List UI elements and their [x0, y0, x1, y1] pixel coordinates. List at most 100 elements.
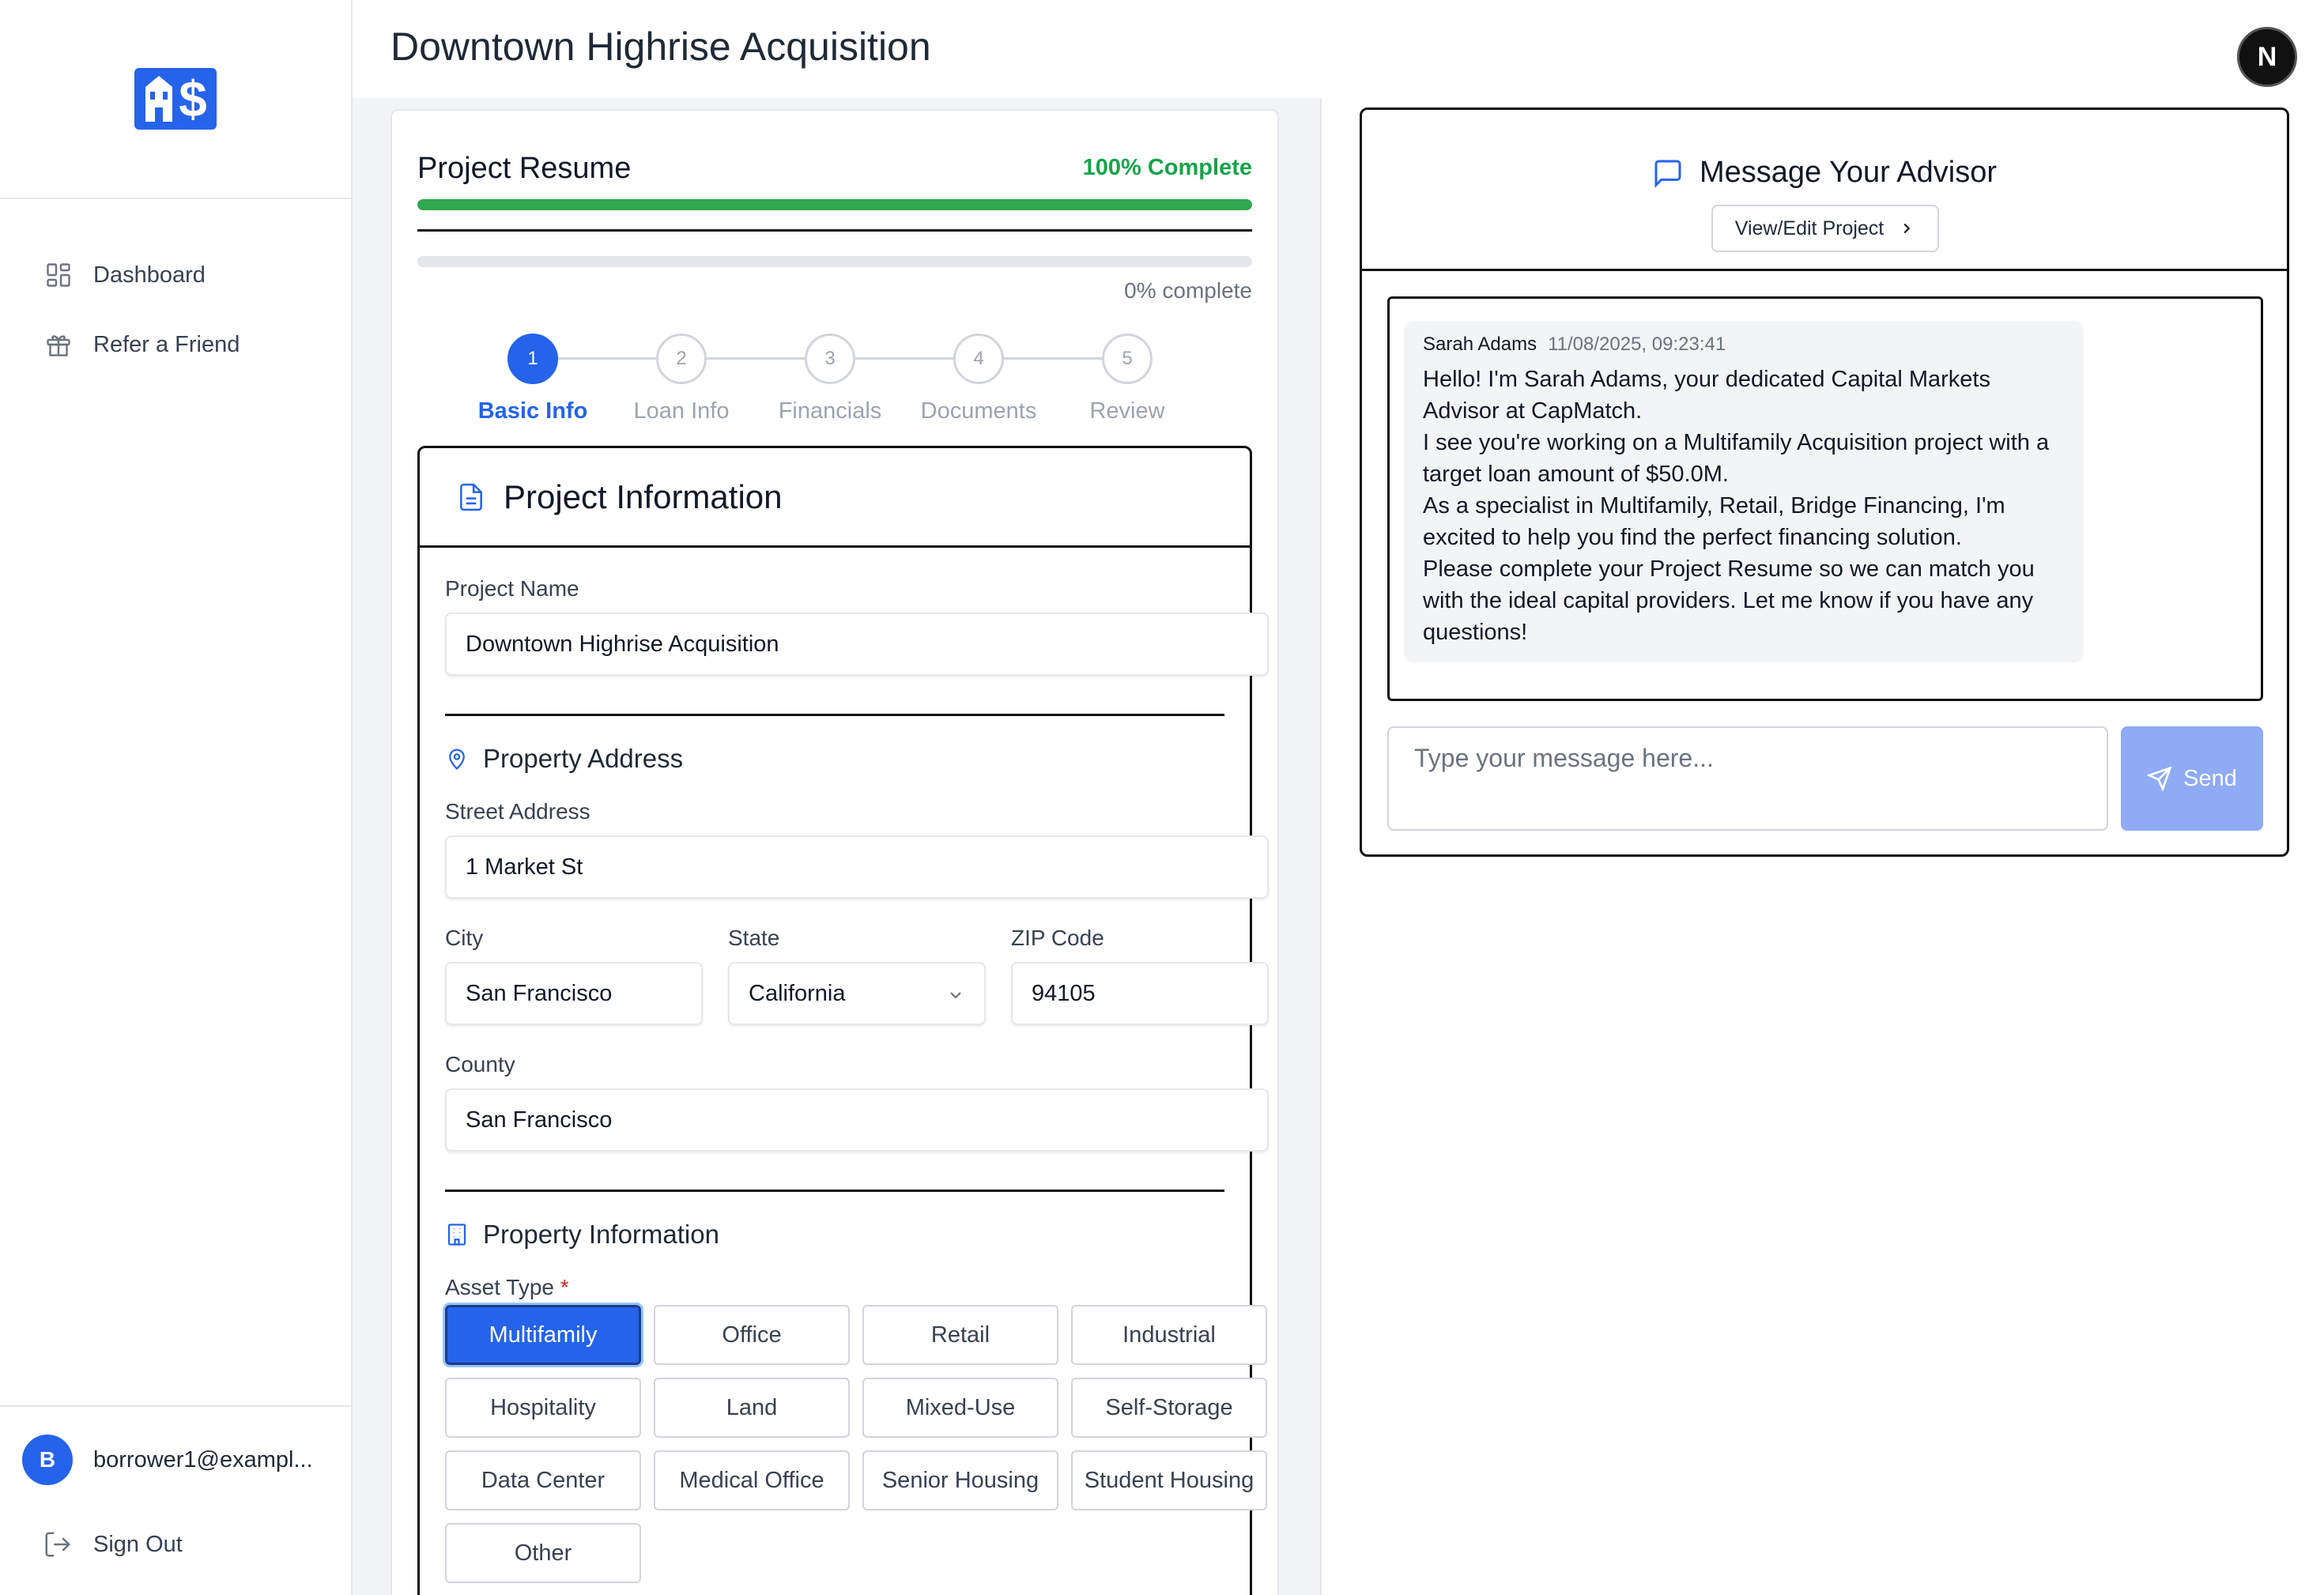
- message-time: 11/08/2025, 09:23:41: [1548, 334, 1726, 355]
- chat-title-text: Message Your Advisor: [1699, 156, 1997, 189]
- send-label: Send: [2183, 765, 2237, 791]
- building-icon: [447, 1224, 466, 1246]
- zip-input[interactable]: 94105: [1011, 962, 1269, 1025]
- step-number: 1: [507, 334, 558, 384]
- sidebar-item-label: Dashboard: [93, 262, 206, 288]
- project-name-label: Project Name: [445, 576, 579, 601]
- building-logo-icon: [145, 76, 173, 122]
- property-information-title: Property Information: [483, 1220, 719, 1249]
- street-address-label: Street Address: [445, 799, 590, 824]
- asset-option-multifamily[interactable]: Multifamily: [443, 1303, 643, 1367]
- step-number: 2: [656, 334, 707, 384]
- step-number: 3: [805, 334, 855, 384]
- user-badge[interactable]: N: [2237, 27, 2297, 87]
- state-select-value: California: [749, 980, 846, 1006]
- step-number: 5: [1102, 334, 1153, 384]
- message-text: Hello! I'm Sarah Adams, your dedicated C…: [1423, 367, 2050, 645]
- asset-option-other[interactable]: Other: [445, 1523, 641, 1583]
- project-name-input[interactable]: Downtown Highrise Acquisition: [445, 613, 1269, 676]
- section-progress-label: 0% complete: [1124, 278, 1252, 303]
- project-resume-card: Project Resume 100% Complete 0% complete…: [390, 109, 1279, 1595]
- city-input[interactable]: San Francisco: [445, 962, 703, 1025]
- asset-option-data-center[interactable]: Data Center: [445, 1450, 641, 1510]
- sidebar-item-refer[interactable]: Refer a Friend: [0, 310, 351, 379]
- asset-option-hospitality[interactable]: Hospitality: [445, 1378, 641, 1438]
- logo-dollar: $: [179, 70, 207, 127]
- asset-option-retail[interactable]: Retail: [862, 1305, 1058, 1365]
- chevron-down-icon: [950, 992, 961, 999]
- message-list[interactable]: Sarah Adams 11/08/2025, 09:23:41 Hello! I…: [1387, 296, 2263, 701]
- step-label: Basic Info: [477, 398, 588, 424]
- dashboard-icon: [47, 263, 70, 287]
- county-input[interactable]: San Francisco: [445, 1088, 1269, 1152]
- logout-icon: [45, 1532, 71, 1557]
- step-documents[interactable]: 4 Documents: [900, 334, 1058, 424]
- asset-option-mixed-use[interactable]: Mixed-Use: [862, 1378, 1058, 1438]
- asset-option-office[interactable]: Office: [654, 1305, 850, 1365]
- message-input[interactable]: Type your message here...: [1387, 726, 2108, 831]
- sidebar-nav: Dashboard Refer a Friend: [0, 199, 351, 379]
- divider: [445, 714, 1224, 716]
- resume-column: Project Resume 100% Complete 0% complete…: [353, 98, 1320, 1595]
- section-title: Project Information: [504, 477, 783, 515]
- message-icon: [1654, 160, 1681, 188]
- map-pin-icon: [449, 748, 465, 771]
- divider: [445, 1190, 1224, 1192]
- property-information-heading: Property Information: [445, 1220, 719, 1250]
- gift-icon: [47, 335, 70, 356]
- asset-type-label-text: Asset Type: [445, 1275, 555, 1299]
- asset-option-senior-housing[interactable]: Senior Housing: [862, 1450, 1058, 1510]
- sign-out-button[interactable]: Sign Out: [0, 1513, 351, 1576]
- message-meta: Sarah Adams 11/08/2025, 09:23:41: [1423, 334, 2065, 356]
- state-select[interactable]: California: [728, 962, 986, 1025]
- logo[interactable]: $: [134, 68, 217, 130]
- county-label: County: [445, 1052, 515, 1077]
- sidebar-item-dashboard[interactable]: Dashboard: [0, 240, 351, 310]
- avatar: B: [22, 1435, 73, 1485]
- step-label: Loan Info: [633, 398, 730, 424]
- sidebar: $ Dashboard Refer a Friend B borrower1@e…: [0, 0, 353, 1595]
- asset-option-medical-office[interactable]: Medical Office: [654, 1450, 850, 1510]
- divider: [417, 229, 1252, 232]
- view-edit-label: View/Edit Project: [1734, 217, 1884, 239]
- asset-option-student-housing[interactable]: Student Housing: [1071, 1450, 1267, 1510]
- state-label: State: [728, 926, 780, 950]
- send-icon: [2147, 766, 2172, 791]
- resume-header: Project Resume 100% Complete: [417, 152, 1252, 186]
- sidebar-item-label: Refer a Friend: [93, 331, 240, 357]
- resume-complete-label: 100% Complete: [1082, 155, 1252, 180]
- page-title: Downtown Highrise Acquisition: [390, 25, 931, 69]
- view-edit-project-button[interactable]: View/Edit Project: [1711, 205, 1939, 252]
- city-label: City: [445, 926, 484, 950]
- step-loan-info[interactable]: 2 Loan Info: [602, 334, 760, 424]
- project-information-section: Project Information Project Name Downtow…: [417, 446, 1269, 1595]
- chat-title: Message Your Advisor: [1362, 156, 2287, 190]
- zip-label: ZIP Code: [1011, 926, 1104, 950]
- asset-option-self-storage[interactable]: Self-Storage: [1071, 1378, 1267, 1438]
- logo-area: $: [0, 0, 351, 199]
- advisor-column: Message Your Advisor View/Edit Project S…: [1320, 98, 2324, 1595]
- step-financials[interactable]: 3 Financials: [751, 334, 909, 424]
- step-basic-info[interactable]: 1 Basic Info: [454, 334, 612, 424]
- step-number: 4: [953, 334, 1004, 384]
- document-icon: [460, 483, 482, 511]
- user-email: borrower1@exampl...: [93, 1446, 313, 1472]
- top-header: Downtown Highrise Acquisition N: [353, 0, 2324, 98]
- required-marker: *: [560, 1275, 569, 1299]
- stepper: 1 Basic Info 2 Loan Info 3 Financials 4 …: [478, 334, 1167, 428]
- street-address-input[interactable]: 1 Market St: [445, 835, 1269, 899]
- resume-progress-fill: [417, 199, 1252, 210]
- step-review[interactable]: 5 Review: [1048, 334, 1206, 424]
- section-progress-bar: [417, 256, 1252, 267]
- property-address-heading: Property Address: [445, 744, 683, 774]
- sidebar-footer: B borrower1@exampl... Sign Out: [0, 1405, 351, 1595]
- send-button[interactable]: Send: [2121, 726, 2263, 831]
- resume-progress-bar: [417, 199, 1252, 210]
- chat-header: Message Your Advisor View/Edit Project: [1362, 110, 2287, 271]
- asset-option-industrial[interactable]: Industrial: [1071, 1305, 1267, 1365]
- property-address-title: Property Address: [483, 744, 684, 773]
- sign-out-label: Sign Out: [93, 1531, 183, 1557]
- asset-option-land[interactable]: Land: [654, 1378, 850, 1438]
- user-row[interactable]: B borrower1@exampl...: [0, 1407, 351, 1513]
- message-sender: Sarah Adams: [1423, 334, 1537, 355]
